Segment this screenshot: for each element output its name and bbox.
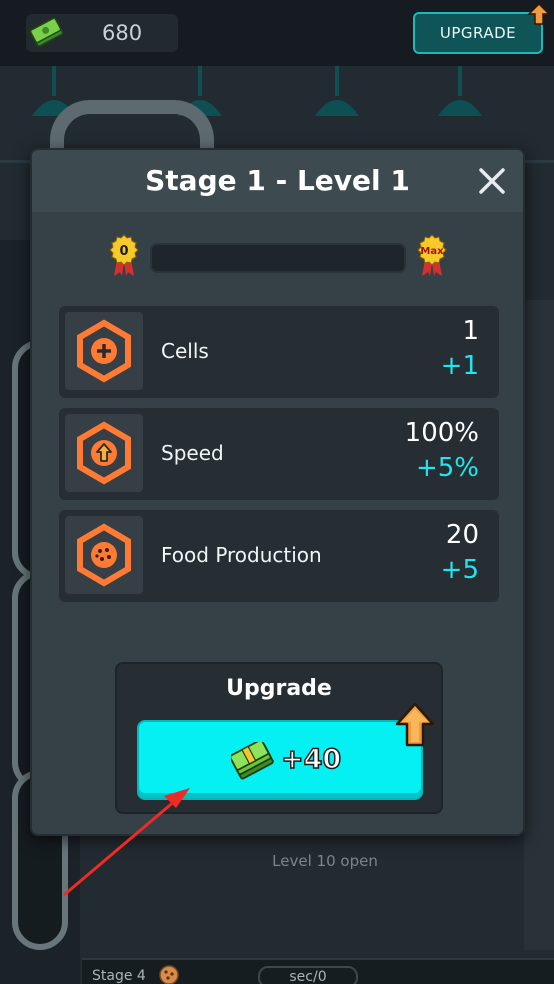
tutorial-pointer-arrow-icon — [63, 788, 190, 897]
